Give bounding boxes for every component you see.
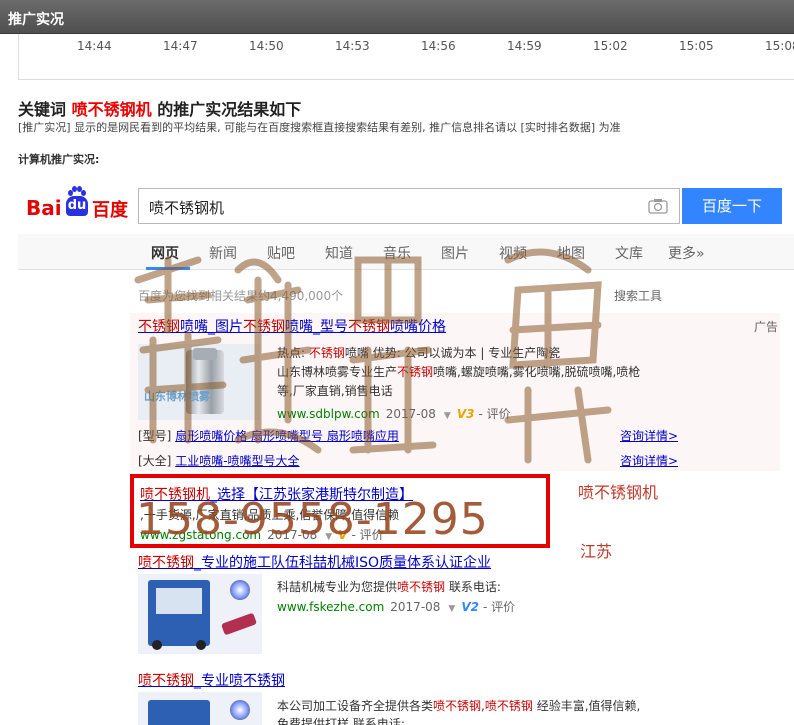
text-part: 联系电话: bbox=[445, 580, 501, 594]
search-input[interactable]: 喷不锈钢机 bbox=[138, 188, 680, 224]
title-highlight: 喷不锈钢 bbox=[138, 555, 194, 571]
result-3-url: www.fskezhe.com 2017-08 ▼ V2 - 评价 bbox=[277, 598, 515, 615]
logo-cn-text: 百度 bbox=[92, 200, 128, 221]
text-highlight: 喷不锈钢 bbox=[433, 699, 482, 713]
url-date: 2017-08 bbox=[390, 600, 441, 614]
timeline-tick: 14:53 bbox=[335, 39, 370, 53]
spray-gun-image bbox=[220, 612, 258, 636]
timeline-tick: 14:44 bbox=[77, 39, 112, 53]
result-4-thumbnail[interactable] bbox=[138, 692, 262, 725]
flame-image bbox=[230, 580, 250, 600]
result-4-line-1: 本公司加工设备齐全提供各类喷不锈钢,喷不锈钢 经验丰富,值得信赖, bbox=[277, 697, 640, 716]
eval-text: 评价 bbox=[491, 600, 516, 614]
keyword-prefix: 关键词 bbox=[18, 100, 67, 119]
flame-image bbox=[230, 700, 250, 720]
timeline-tick: 15:05 bbox=[679, 39, 714, 53]
window-title: 推广实况 bbox=[0, 0, 794, 34]
title-part: _专业的施工队伍科喆机械ISO质量体系认证企业 bbox=[194, 555, 492, 571]
overlay-keyword-label: 喷不锈钢机 bbox=[578, 483, 659, 502]
keyword-suffix: 的推广实况结果如下 bbox=[157, 100, 302, 119]
search-button[interactable]: 百度一下 bbox=[682, 188, 782, 224]
keyword-description: [推广实况] 显示的是网民看到的平均结果, 可能与在百度搜索框直接搜索结果有差别… bbox=[18, 121, 621, 134]
text-part: 本公司加工设备齐全提供各类 bbox=[277, 699, 434, 713]
timeline-tick: 14:50 bbox=[249, 39, 284, 53]
keyword-heading: 关键词 喷不锈钢机 的推广实况结果如下 bbox=[18, 96, 301, 120]
result-3-thumbnail[interactable] bbox=[138, 574, 262, 654]
machine-image bbox=[148, 580, 210, 650]
section-label: 计算机推广实况: bbox=[18, 153, 100, 166]
text-part: 经验丰富,值得信赖, bbox=[532, 699, 641, 713]
title-highlight: 喷不锈钢 bbox=[138, 673, 194, 689]
baidu-logo: Bai du 百度 bbox=[26, 186, 134, 222]
title-part: _专业喷不锈钢 bbox=[194, 673, 285, 689]
overlay-region-label: 江苏 bbox=[580, 542, 613, 561]
timeline-tick: 15:08 bbox=[765, 39, 794, 53]
v-badge-icon[interactable]: V2 bbox=[461, 600, 479, 614]
text-highlight: 喷不锈钢 bbox=[484, 699, 533, 713]
timeline-tick: 14:47 bbox=[163, 39, 198, 53]
result-3-title[interactable]: 喷不锈钢_专业的施工队伍科喆机械ISO质量体系认证企业 bbox=[138, 552, 491, 572]
text-highlight: 喷不锈钢 bbox=[397, 580, 446, 594]
keyword-term: 喷不锈钢机 bbox=[71, 100, 152, 119]
logo-du-text: du bbox=[66, 196, 88, 216]
result-4-title[interactable]: 喷不锈钢_专业喷不锈钢 bbox=[138, 670, 285, 690]
dropdown-arrow-icon[interactable]: ▼ bbox=[448, 604, 455, 614]
logo-bai-text: Bai bbox=[26, 196, 62, 220]
timeline-tick: 15:02 bbox=[593, 39, 628, 53]
url-text[interactable]: www.fskezhe.com bbox=[277, 600, 384, 614]
timeline-axis: 14:44 14:47 14:50 14:53 14:56 14:59 15:0… bbox=[18, 34, 794, 80]
timeline-tick: 14:56 bbox=[421, 39, 456, 53]
eval-link[interactable]: - 评价 bbox=[483, 600, 515, 614]
paw-icon bbox=[68, 186, 86, 196]
result-4-line-2: 免费提供打样,联系电话: bbox=[277, 717, 405, 725]
text-part: 科喆机械专业为您提供 bbox=[277, 580, 398, 594]
timeline-tick: 14:59 bbox=[507, 39, 542, 53]
overlay-phone-number: 158-9558-1295 bbox=[136, 494, 489, 545]
ad-tag: 广告 bbox=[754, 320, 779, 334]
seal-watermark bbox=[134, 248, 612, 464]
camera-icon[interactable] bbox=[648, 198, 668, 214]
machine-image bbox=[148, 700, 210, 725]
result-3-line: 科喆机械专业为您提供喷不锈钢 联系电话: bbox=[277, 578, 501, 597]
